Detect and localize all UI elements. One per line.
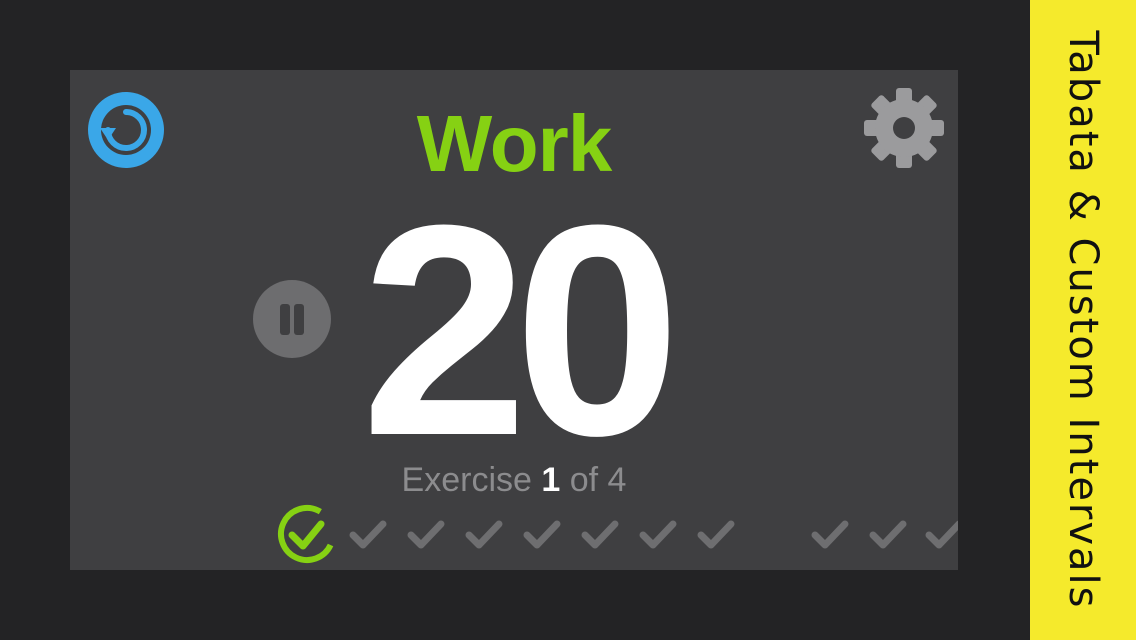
active-round-indicator	[274, 504, 344, 564]
exercise-total: 4	[607, 461, 627, 499]
round-check-icon	[869, 520, 907, 549]
round-check-icon	[697, 520, 735, 549]
countdown-timer: 20	[361, 162, 681, 498]
exercise-prefix: Exercise	[401, 461, 532, 499]
promo-banner: Tabata & Custom Intervals	[1030, 0, 1136, 640]
round-check-icon	[407, 520, 445, 549]
round-check-icon	[349, 520, 387, 549]
round-check-icon	[639, 520, 677, 549]
round-check-icon	[925, 520, 958, 549]
round-check-icon	[581, 520, 619, 549]
round-progress	[70, 504, 958, 564]
round-check-icon	[465, 520, 503, 549]
check-icon	[278, 505, 336, 563]
round-check-icon	[811, 520, 849, 549]
exercise-counter: Exercise 1 of 4	[70, 458, 958, 502]
promo-banner-text: Tabata & Custom Intervals	[1060, 30, 1106, 610]
exercise-separator: of	[569, 461, 599, 499]
app-page: Work 20 Exercise 1 of 4 Tabata & Custom …	[0, 0, 1136, 640]
round-check-icon	[523, 520, 561, 549]
exercise-current: 1	[541, 461, 561, 499]
timer-screen: Work 20 Exercise 1 of 4	[70, 70, 958, 570]
